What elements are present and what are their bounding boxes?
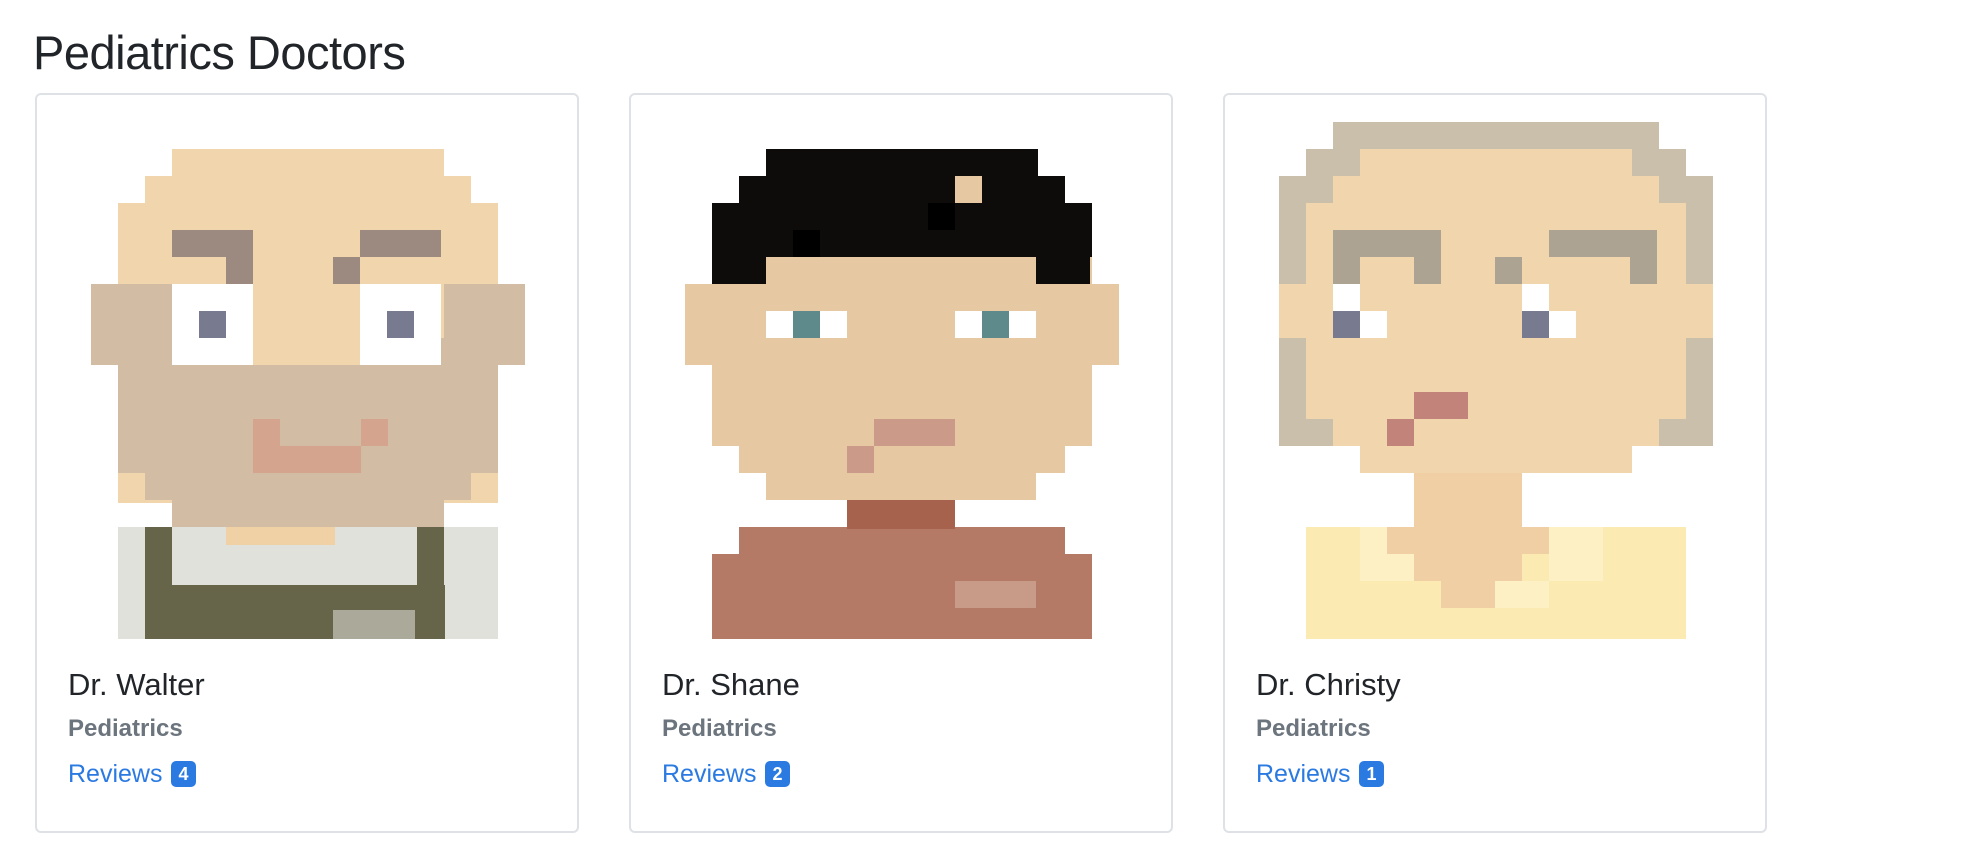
card-body: Dr. Walter Pediatrics Reviews 4 xyxy=(68,665,548,791)
card-body: Dr. Shane Pediatrics Reviews 2 xyxy=(662,665,1142,791)
reviews-link[interactable]: Reviews 4 xyxy=(68,757,196,791)
reviews-count-badge: 1 xyxy=(1359,761,1384,787)
reviews-count-badge: 2 xyxy=(765,761,790,787)
reviews-label: Reviews xyxy=(68,760,163,788)
doctor-card[interactable]: Dr. Shane Pediatrics Reviews 2 xyxy=(629,93,1173,833)
reviews-label: Reviews xyxy=(1256,760,1351,788)
doctor-card[interactable]: Dr. Christy Pediatrics Reviews 1 xyxy=(1223,93,1767,833)
doctor-specialty: Pediatrics xyxy=(662,715,777,742)
doctor-name: Dr. Walter xyxy=(68,667,205,702)
doctor-avatar xyxy=(631,95,1175,639)
doctor-card[interactable]: Dr. Walter Pediatrics Reviews 4 xyxy=(35,93,579,833)
card-body: Dr. Christy Pediatrics Reviews 1 xyxy=(1256,665,1736,791)
reviews-link[interactable]: Reviews 2 xyxy=(662,757,790,791)
doctor-name: Dr. Christy xyxy=(1256,667,1401,702)
reviews-count-badge: 4 xyxy=(171,761,196,787)
doctor-avatar xyxy=(1225,95,1769,639)
doctor-avatar xyxy=(37,95,581,639)
doctor-specialty: Pediatrics xyxy=(68,715,183,742)
doctor-specialty: Pediatrics xyxy=(1256,715,1371,742)
page-title: Pediatrics Doctors xyxy=(33,26,406,79)
doctor-name: Dr. Shane xyxy=(662,667,800,702)
reviews-link[interactable]: Reviews 1 xyxy=(1256,757,1384,791)
reviews-label: Reviews xyxy=(662,760,757,788)
page: Pediatrics Doctors Dr. Walter Pediatrics… xyxy=(0,0,1966,858)
